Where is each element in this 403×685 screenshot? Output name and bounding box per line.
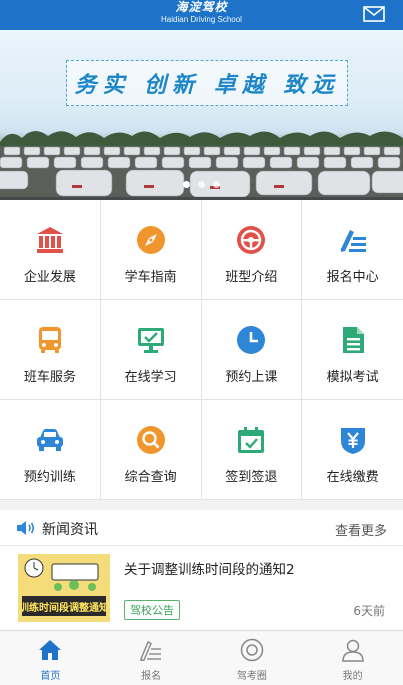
carousel-dot[interactable] <box>198 181 205 188</box>
top-app-bar: 海淀驾校 Haidian Driving School <box>0 0 403 30</box>
menu-mock-exam[interactable]: 模拟考试 <box>302 300 403 400</box>
menu-learning-guide[interactable]: 学车指南 <box>100 200 202 300</box>
menu-label: 模拟考试 <box>326 370 379 385</box>
news-item-title[interactable]: 关于调整训练时间段的通知2 <box>124 558 295 578</box>
menu-shuttle-service[interactable]: 班车服务 <box>0 300 101 400</box>
tab-home[interactable]: 首页 <box>0 631 101 685</box>
car-icon <box>36 429 63 451</box>
menu-label: 在线学习 <box>124 370 177 385</box>
menu-label: 企业发展 <box>23 270 76 285</box>
pen-list-icon <box>140 641 162 661</box>
search-icon <box>136 426 165 454</box>
carousel-dot[interactable] <box>183 181 190 188</box>
bus-icon <box>38 327 61 353</box>
menu-check-in-out[interactable]: 签到签退 <box>201 400 303 500</box>
tab-label: 我的 <box>342 671 363 682</box>
news-category-badge: 驾校公告 <box>124 600 180 620</box>
bank-icon <box>36 227 63 253</box>
news-thumbnail: 训练时间段调整通知 <box>18 554 110 622</box>
menu-book-training[interactable]: 预约训练 <box>0 400 101 500</box>
menu-class-types[interactable]: 班型介绍 <box>201 200 303 300</box>
menu-label: 预约上课 <box>225 370 278 385</box>
edit-list-icon <box>340 230 366 252</box>
menu-label: 班车服务 <box>23 370 76 385</box>
menu-online-payment[interactable]: 在线缴费 <box>302 400 403 500</box>
view-more-link[interactable]: 查看更多 <box>335 520 387 539</box>
menu-label: 报名中心 <box>326 270 379 285</box>
news-section-header: 新闻资讯 查看更多 <box>0 510 403 546</box>
menu-label: 预约训练 <box>23 470 76 485</box>
clock-icon <box>237 326 266 354</box>
bottom-tab-bar: 首页 报名 驾考圈 我的 <box>0 630 403 685</box>
tab-driving-circle[interactable]: 驾考圈 <box>202 631 303 685</box>
home-icon <box>39 640 62 660</box>
news-section-title: 新闻资讯 <box>42 522 98 538</box>
menu-general-inquiry[interactable]: 综合查询 <box>100 400 202 500</box>
compass-icon <box>136 226 165 254</box>
hero-banner[interactable]: 务实 创新 卓越 致远 <box>0 30 403 200</box>
monitor-check-icon <box>137 328 164 353</box>
yuan-shield-icon <box>340 428 365 454</box>
menu-company-development[interactable]: 企业发展 <box>0 200 101 300</box>
menu-label: 班型介绍 <box>225 270 278 285</box>
news-list-item[interactable]: 训练时间段调整通知 关于调整训练时间段的通知2 驾校公告 6天前 <box>0 546 403 630</box>
brand-name-cn: 海淀驾校 <box>175 0 228 14</box>
banner-photo <box>0 130 403 200</box>
menu-registration-center[interactable]: 报名中心 <box>302 200 403 300</box>
tab-label: 驾考圈 <box>236 671 267 682</box>
document-icon <box>342 327 364 353</box>
tab-label: 报名 <box>141 671 162 682</box>
user-icon <box>341 639 364 662</box>
menu-label: 签到签退 <box>225 470 278 485</box>
brand-name-en: Haidian Driving School <box>161 15 242 24</box>
menu-book-class[interactable]: 预约上课 <box>201 300 303 400</box>
menu-online-learning[interactable]: 在线学习 <box>100 300 202 400</box>
news-timestamp: 6天前 <box>353 604 385 618</box>
thumbnail-caption: 训练时间段调整通知 <box>22 596 106 616</box>
carousel-dot[interactable] <box>213 181 220 188</box>
menu-label: 在线缴费 <box>326 470 379 485</box>
calendar-check-icon <box>238 427 265 453</box>
banner-slogan: 务实 创新 卓越 致远 <box>74 72 340 98</box>
carousel-indicator <box>0 181 403 188</box>
menu-label: 综合查询 <box>124 470 177 485</box>
menu-label: 学车指南 <box>124 270 177 285</box>
steering-wheel-icon <box>237 226 266 254</box>
feature-grid: 企业发展 学车指南 班型介绍 报名中心 班车服务 在线学习 预约上课 模拟考试 … <box>0 200 403 500</box>
mail-button[interactable] <box>361 3 387 25</box>
tab-label: 首页 <box>40 671 61 682</box>
brand-logo: 海淀驾校 Haidian Driving School <box>0 1 403 25</box>
circle-target-icon <box>240 638 264 662</box>
tab-mine[interactable]: 我的 <box>302 631 403 685</box>
mail-icon <box>363 6 385 22</box>
speaker-icon <box>17 521 35 535</box>
slogan-frame: 务实 创新 卓越 致远 <box>66 60 348 106</box>
tab-register[interactable]: 报名 <box>101 631 202 685</box>
